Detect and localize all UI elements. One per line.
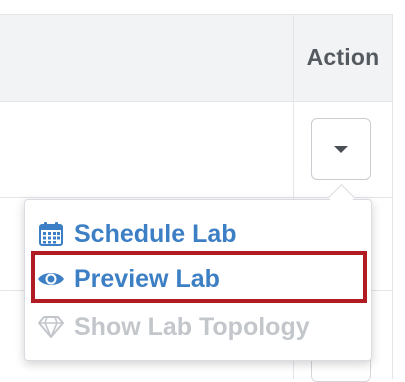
diamond-icon — [36, 312, 66, 342]
action-dropdown-button[interactable] — [311, 118, 371, 180]
menu-item-show-lab-topology[interactable]: Show Lab Topology — [36, 307, 310, 347]
calendar-icon — [36, 219, 66, 249]
preview-lab-highlight — [31, 251, 367, 303]
action-column-header: Action — [306, 43, 380, 70]
caret-down-icon — [334, 145, 348, 153]
menu-item-schedule-lab[interactable]: Schedule Lab — [36, 214, 237, 254]
menu-item-label: Schedule Lab — [74, 219, 237, 248]
menu-item-label: Show Lab Topology — [74, 312, 310, 341]
table-right-edge — [392, 14, 393, 379]
